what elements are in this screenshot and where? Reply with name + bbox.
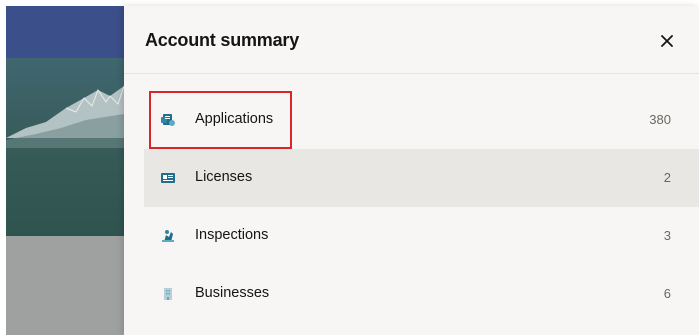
list-item-inspections[interactable]: Inspections 3	[144, 207, 699, 265]
applications-icon	[161, 114, 175, 126]
background-footer	[6, 236, 124, 335]
background-header	[6, 6, 124, 58]
list-item-licenses[interactable]: Licenses 2	[144, 149, 699, 207]
mountain-illustration	[6, 85, 124, 148]
drawer-list-layer: Applications 380 Licenses 2 Inspections …	[124, 0, 699, 335]
list-item-count: 380	[649, 112, 671, 127]
list-item-label: Applications	[195, 111, 274, 127]
list-item-count: 3	[663, 228, 671, 243]
list-item-label: Licenses	[195, 169, 253, 185]
list-item-count: 6	[663, 286, 671, 301]
background-page	[0, 0, 124, 335]
list-item-applications[interactable]: Applications 380	[144, 91, 699, 149]
inspection-icon	[162, 230, 174, 242]
screen: Account summary Applications 380 License…	[0, 0, 699, 335]
list-item-label: Inspections	[195, 227, 269, 243]
business-icon	[164, 288, 172, 300]
background-hero-image	[6, 58, 124, 236]
list-item-count: 2	[663, 170, 671, 185]
list-item-businesses[interactable]: Businesses 6	[144, 265, 699, 323]
account-summary-list: Applications 380 Licenses 2 Inspections …	[144, 91, 699, 323]
license-icon	[161, 173, 175, 183]
list-item-label: Businesses	[195, 285, 270, 301]
